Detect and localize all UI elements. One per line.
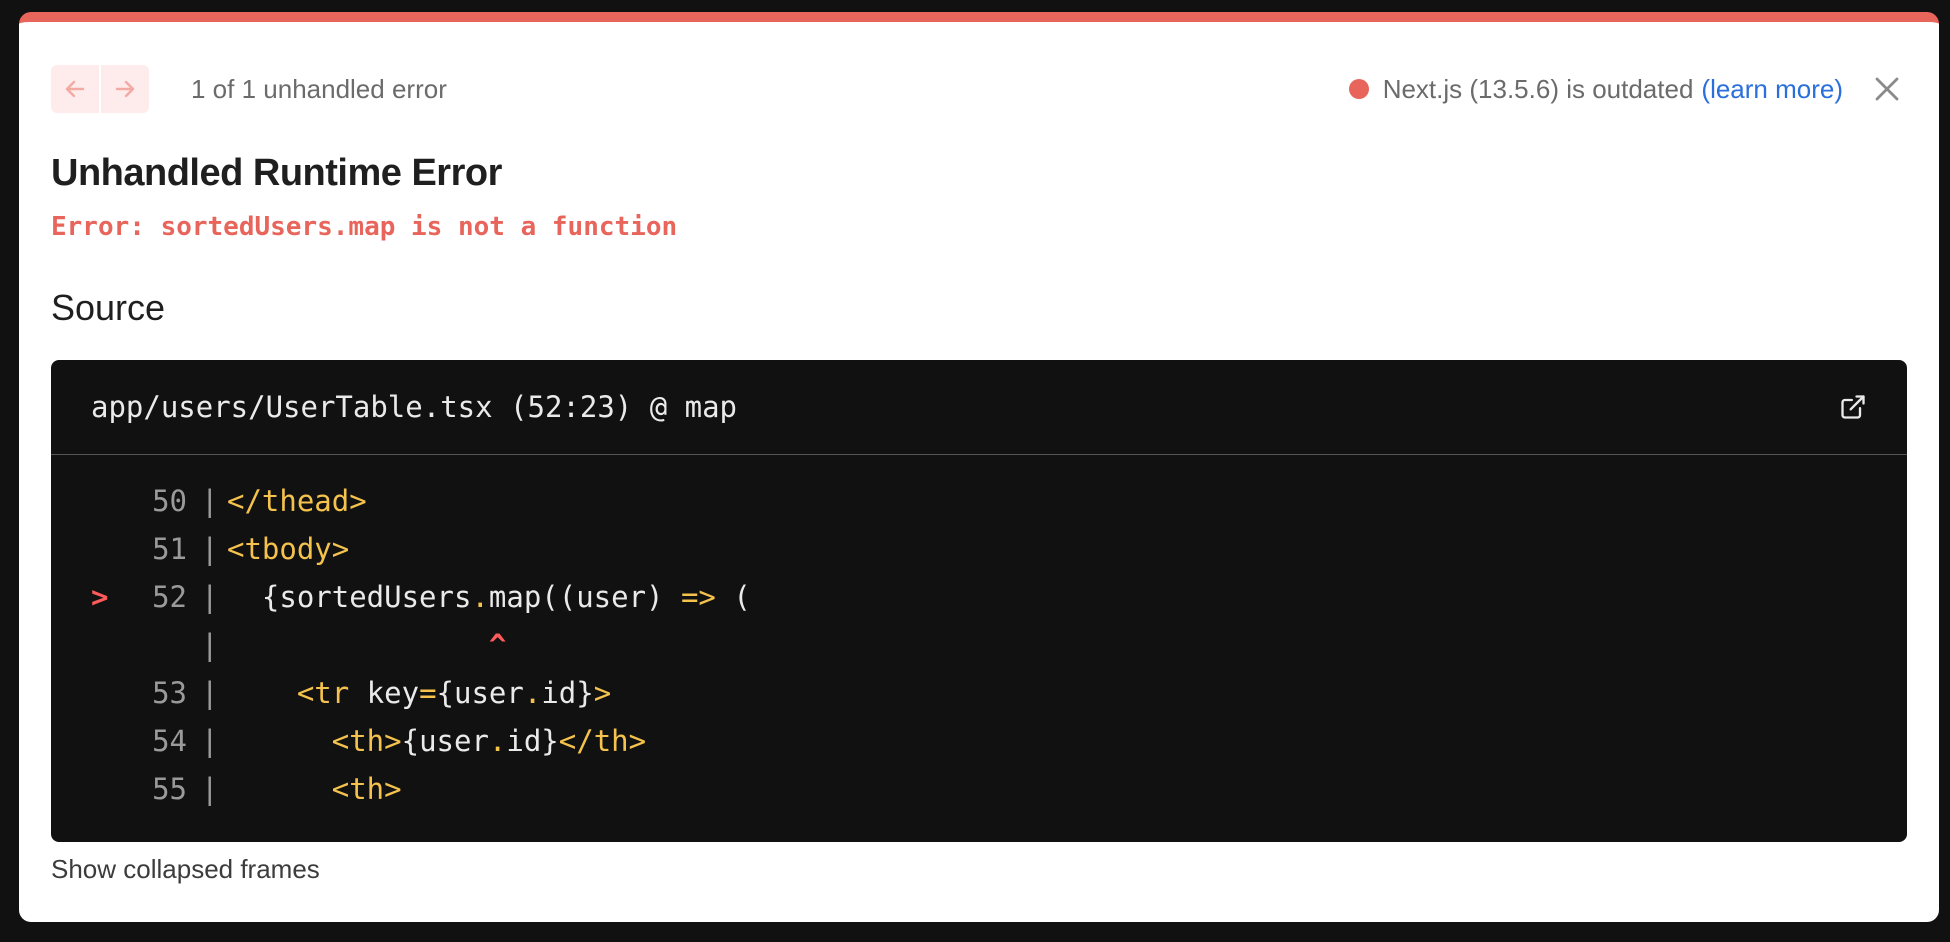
error-message: Error: sortedUsers.map is not a function [51,212,678,242]
arrow-right-icon [115,80,135,98]
code-line: 55 | <th> [51,765,1907,813]
gutter-separator: | [201,724,219,758]
code-token: = [419,676,437,710]
gutter-separator: | [201,532,219,566]
line-number: 54 [152,724,187,758]
outdated-status-dot [1348,79,1369,99]
version-text: Next.js (13.5.6) is outdated [1382,74,1694,104]
code-text: <th> [227,765,402,813]
gutter-separator: | [201,580,219,614]
code-token: <tbody> [227,532,350,566]
error-counter: 1 of 1 unhandled error [191,74,447,104]
error-caret: ^ [227,628,507,662]
code-token: key [349,676,420,710]
gutter-separator: | [201,484,219,518]
code-token: <th> [331,724,402,758]
line-number: 51 [152,532,187,566]
version-staleness: Next.js (13.5.6) is outdated (learn more… [1348,65,1843,113]
code-line: 54 | <th>{user.id}</th> [51,717,1907,765]
code-token: <th> [331,772,402,806]
code-token: . [488,724,507,758]
gutter-separator: | [201,628,219,662]
error-title: Unhandled Runtime Error [51,152,502,194]
line-number: 55 [152,772,187,806]
code-text: </thead> [227,477,367,525]
code-token: . [471,580,489,614]
code-text: <tbody> [227,525,349,573]
code-frame-header: app/users/UserTable.tsx (52:23) @ map [51,360,1907,455]
code-token: {sortedUsers [227,580,472,614]
code-line: >52 | {sortedUsers.map((user) => ( [51,573,1907,621]
close-button[interactable] [1867,69,1907,109]
show-collapsed-frames-button[interactable]: Show collapsed frames [51,854,320,885]
code-token: . [523,676,542,710]
gutter-separator: | [201,676,219,710]
code-token: id} [506,724,559,758]
code-line: 51 | <tbody> [51,525,1907,573]
code-frame: app/users/UserTable.tsx (52:23) @ map 50… [51,360,1907,842]
source-heading: Source [51,287,166,328]
code-token: map((user) [488,580,681,614]
code-token: {user [436,676,524,710]
code-text: {sortedUsers.map((user) => ( [227,573,751,621]
previous-error-button[interactable] [51,65,99,113]
code-line: 53 | <tr key={user.id}> [51,669,1907,717]
learn-more-link[interactable]: (learn more) [1701,65,1843,113]
code-line: | ^ [51,621,1907,669]
code-text: <tr key={user.id}> [227,669,611,717]
line-number: 53 [152,676,187,710]
source-file-link[interactable]: app/users/UserTable.tsx (52:23) @ map [91,360,737,454]
code-token: <tr [296,676,350,710]
code-token: </th> [558,724,647,758]
code-text: ^ [227,621,506,669]
arrow-left-icon [65,80,85,98]
close-icon [1875,77,1899,101]
code-token: id} [541,676,594,710]
code-token: > [593,676,612,710]
gutter-separator: | [201,772,219,806]
error-pagination [51,65,149,113]
error-overlay: 1 of 1 unhandled error Next.js (13.5.6) … [19,12,1939,922]
line-number: 52 [152,580,187,614]
code-lines: 50 | </thead> 51 | <tbody> >52 | {sortedUsers.m… [51,455,1907,813]
code-line: 50 | </thead> [51,477,1907,525]
line-number: 50 [152,484,187,518]
code-token: ( [715,580,751,614]
code-token: => [680,580,716,614]
external-link-icon[interactable] [1839,393,1867,421]
next-error-button[interactable] [101,65,149,113]
error-line-marker: > [91,580,109,614]
code-text: <th>{user.id}</th> [227,717,646,765]
overlay-toolbar: 1 of 1 unhandled error Next.js (13.5.6) … [51,65,1907,113]
code-token: {user [401,724,489,758]
code-token: </thead> [227,484,367,518]
